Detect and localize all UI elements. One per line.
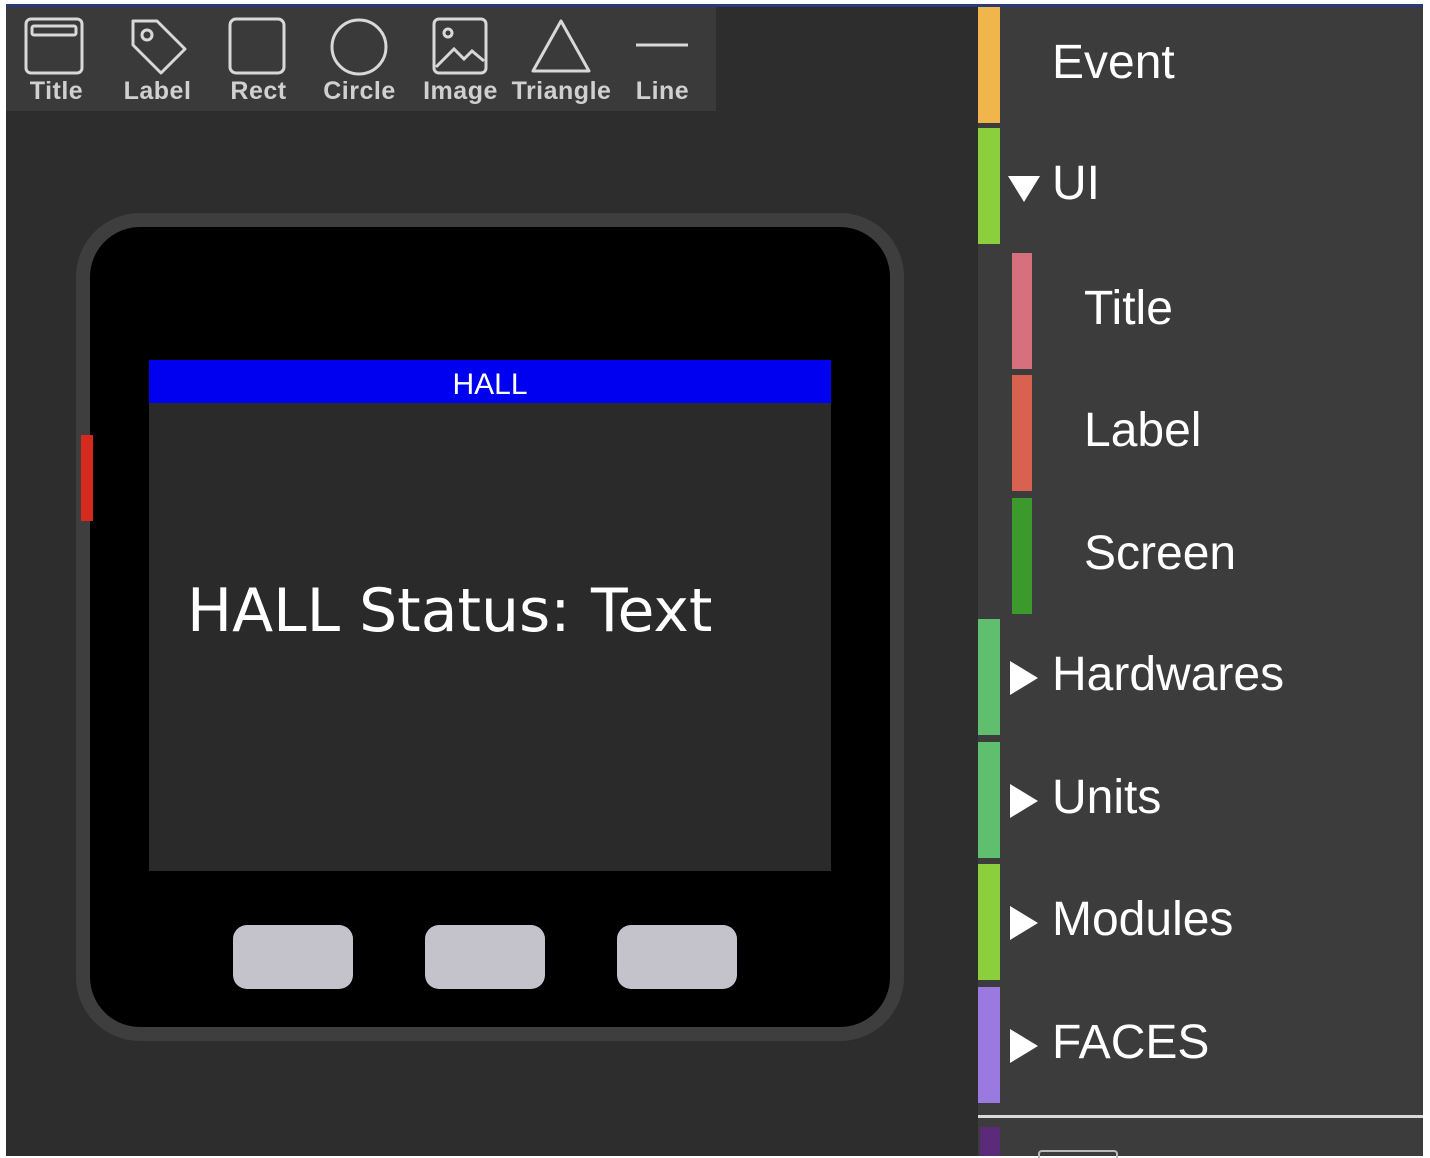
category-ui[interactable]: UI [978,128,1423,244]
subcategory-label: Title [1084,282,1173,335]
category-color-bar [1012,498,1032,614]
category-color-bar [1012,375,1032,491]
category-color-bar [978,742,1000,858]
image-icon [432,17,488,75]
tool-label-label: Label [123,77,192,105]
tool-title-label: Title [29,77,84,105]
tool-triangle-label: Triangle [511,77,612,105]
subcategory-label[interactable]: Label [978,375,1423,491]
category-color-bar [978,619,1000,735]
category-color-bar [980,1127,1000,1156]
category-color-bar [978,864,1000,980]
category-hardwares[interactable]: Hardwares [978,619,1423,735]
device-button-a[interactable] [233,925,353,989]
tool-image[interactable]: Image [410,7,511,111]
subcategory-label: Label [1084,404,1202,457]
screen-title-bar[interactable]: HALL [149,360,831,403]
tool-circle[interactable]: Circle [309,7,410,111]
line-icon [636,43,688,47]
category-label: Hardwares [1052,648,1285,701]
block-category-panel: Event UI Title Label Screen Hardwares Un… [978,7,1423,1158]
panel-button-partial[interactable] [1038,1150,1118,1158]
tool-title[interactable]: Title [6,7,107,111]
device-side-button[interactable] [81,435,93,521]
device-button-b[interactable] [425,925,545,989]
triangle-down-icon [1008,176,1040,202]
panel-divider [978,1115,1423,1118]
tool-image-label: Image [423,77,498,105]
tool-line[interactable]: Line [612,7,713,111]
tool-line-label: Line [635,77,690,105]
category-label: FACES [1052,1016,1210,1069]
category-units[interactable]: Units [978,742,1423,858]
category-color-bar [978,128,1000,244]
subcategory-label: Screen [1084,527,1237,580]
category-label: Units [1052,771,1162,824]
tag-icon [131,19,187,75]
category-color-bar [978,987,1000,1103]
status-label[interactable]: HALL Status: [187,576,571,646]
category-color-bar [978,7,1000,123]
tool-rect[interactable]: Rect [208,7,309,111]
category-color-bar [1012,253,1032,369]
triangle-right-icon [1010,1029,1038,1063]
ui-toolbar: Title Label Rect Circle Image Triangle L… [6,7,716,111]
category-label: Event [1052,36,1175,89]
tool-rect-label: Rect [230,77,287,105]
subcategory-title[interactable]: Title [978,253,1423,369]
subcategory-screen[interactable]: Screen [978,498,1423,614]
category-label: UI [1052,157,1100,210]
category-label: Modules [1052,893,1234,946]
triangle-right-icon [1010,906,1038,940]
category-event[interactable]: Event [978,7,1423,123]
device-button-c[interactable] [617,925,737,989]
triangle-right-icon [1010,661,1038,695]
status-text[interactable]: Text [591,576,712,646]
ui-editor: Title Label Rect Circle Image Triangle L… [6,7,978,1156]
title-window-icon [24,17,84,75]
category-modules[interactable]: Modules [978,864,1423,980]
tool-triangle[interactable]: Triangle [511,7,612,111]
category-faces[interactable]: FACES [978,987,1423,1103]
circle-icon [330,18,388,76]
triangle-icon [531,19,591,73]
triangle-right-icon [1010,784,1038,818]
tool-circle-label: Circle [323,77,396,105]
device-screen[interactable]: HALL HALL Status: Text [149,360,831,871]
tool-label[interactable]: Label [107,7,208,111]
rectangle-icon [228,17,286,75]
